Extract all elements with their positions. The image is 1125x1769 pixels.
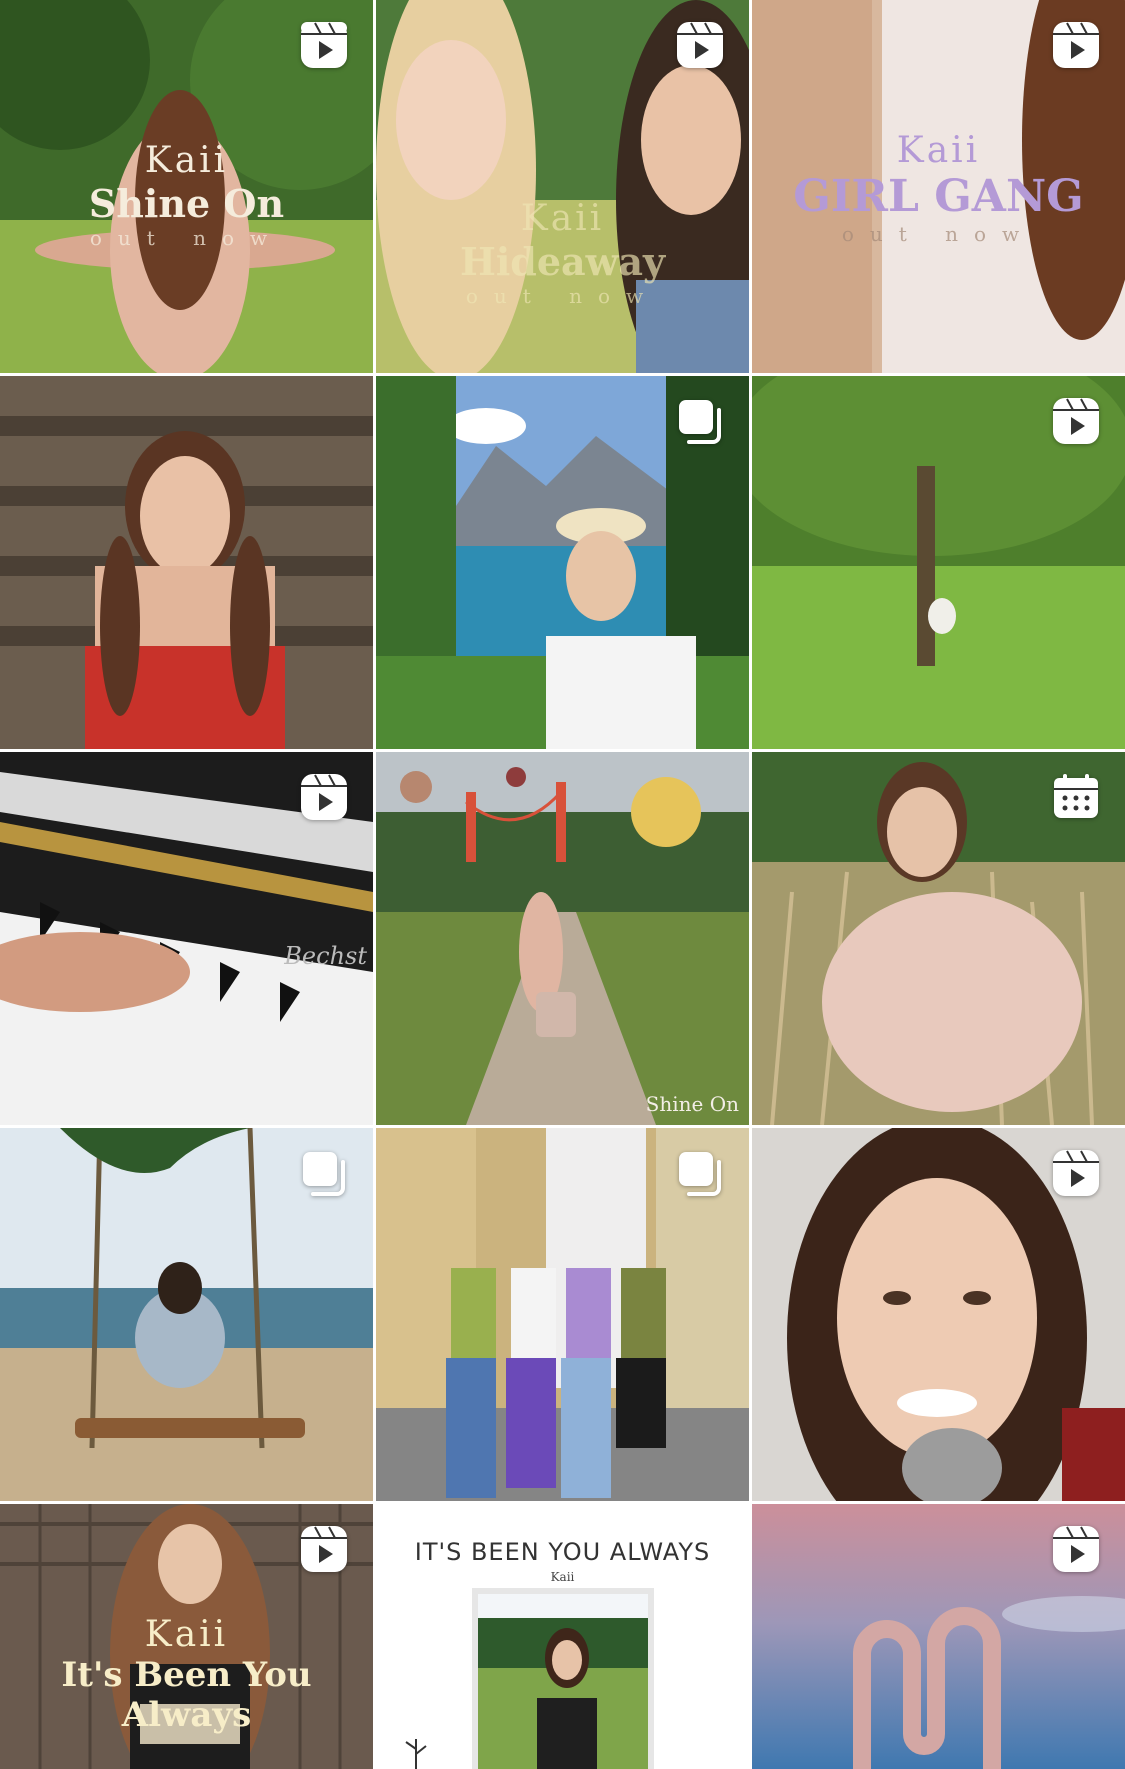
leaf-icon xyxy=(405,1739,427,1769)
poster-photo xyxy=(472,1588,654,1769)
poster-heading: IT'S BEEN YOU ALWAYS xyxy=(414,1538,711,1566)
reel-icon xyxy=(1051,1148,1101,1198)
calendar-icon xyxy=(1051,772,1101,822)
carousel-icon xyxy=(675,1148,725,1198)
post-tile-12[interactable] xyxy=(752,1128,1125,1501)
post-tile-1[interactable]: Kaii Shine On out now xyxy=(0,0,373,373)
carousel-icon xyxy=(299,1148,349,1198)
reel-icon xyxy=(1051,1524,1101,1574)
reel-icon xyxy=(299,772,349,822)
post-tile-10[interactable] xyxy=(0,1128,373,1501)
post-tile-15[interactable] xyxy=(752,1504,1125,1769)
post-tile-8[interactable]: Shine On xyxy=(376,752,749,1125)
post-tile-2[interactable]: Kaii Hideaway out now xyxy=(376,0,749,373)
post-tile-5[interactable] xyxy=(376,376,749,749)
post-tile-9[interactable] xyxy=(752,752,1125,1125)
post-tile-11[interactable] xyxy=(376,1128,749,1501)
reel-icon xyxy=(299,20,349,70)
reel-icon xyxy=(1051,396,1101,446)
post-tile-3[interactable]: Kaii GIRL GANG out now xyxy=(752,0,1125,373)
reel-icon xyxy=(1051,20,1101,70)
poster-artist: Kaii xyxy=(550,1570,575,1584)
post-tile-4[interactable] xyxy=(0,376,373,749)
post-tile-6[interactable] xyxy=(752,376,1125,749)
post-tile-14[interactable]: IT'S BEEN YOU ALWAYS Kaii xyxy=(376,1504,749,1769)
post-tile-7[interactable]: Bechst xyxy=(0,752,373,1125)
reel-icon xyxy=(675,20,725,70)
post-thumbnail xyxy=(376,752,749,1125)
profile-post-grid: Kaii Shine On out now Kaii Hideaway out … xyxy=(0,0,1125,1769)
post-thumbnail xyxy=(0,376,373,749)
carousel-icon xyxy=(675,396,725,446)
post-tile-13[interactable]: Kaii It's Been You Always xyxy=(0,1504,373,1769)
reel-icon xyxy=(299,1524,349,1574)
